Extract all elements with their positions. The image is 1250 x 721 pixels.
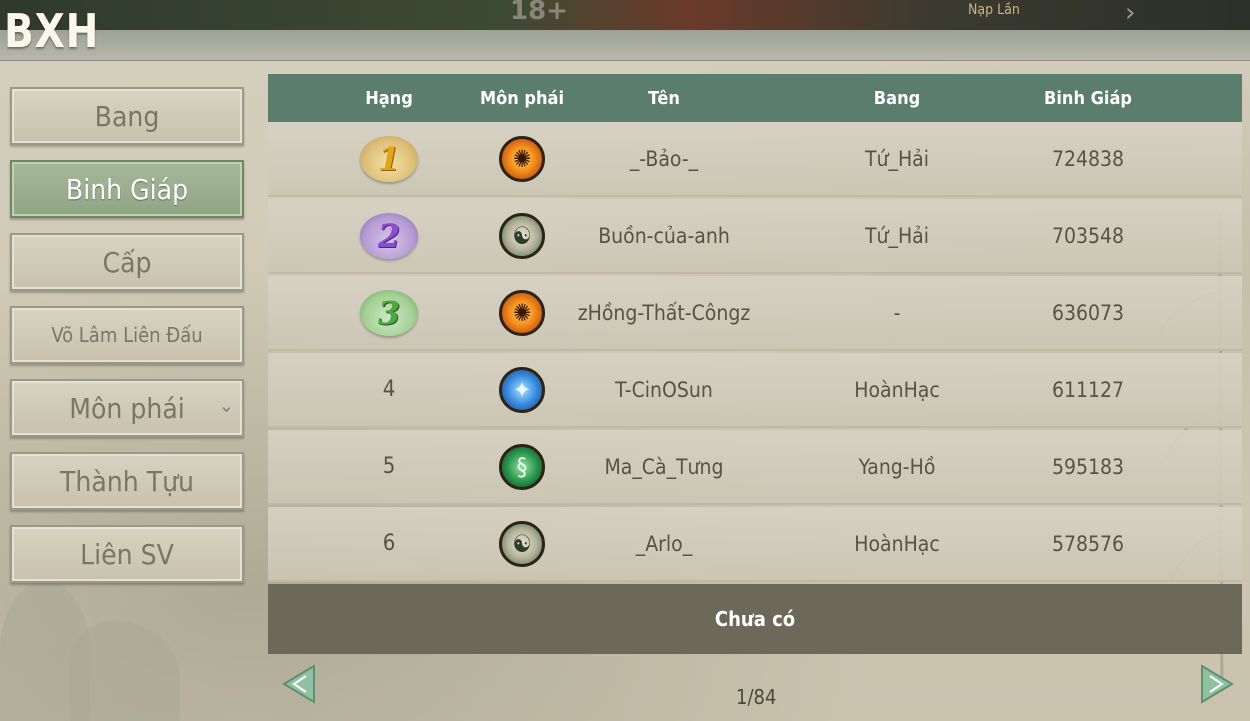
header-armor: Binh Giáp: [1044, 88, 1132, 109]
recharge-label[interactable]: Nạp Lần: [968, 2, 1020, 18]
table-row[interactable]: 6 ☯ _Arlo_ HoànHạc 578576: [268, 507, 1242, 582]
tab-cap[interactable]: Cấp: [10, 233, 244, 291]
tab-binh-giap[interactable]: Binh Giáp: [10, 160, 244, 218]
self-rank-bar: Chưa có: [268, 584, 1242, 654]
tab-label: Môn phái: [69, 391, 185, 425]
rank-number: 4: [382, 377, 396, 402]
player-name: Ma_Cà_Tưng: [604, 454, 724, 479]
armor-score: 578576: [1051, 531, 1125, 556]
header-guild: Bang: [873, 88, 921, 109]
armor-score: 611127: [1051, 377, 1125, 402]
table-header: Hạng Môn phái Tên Bang Binh Giáp: [268, 74, 1242, 122]
taiji-sect-icon: ☯: [499, 520, 545, 567]
arrow-right-icon[interactable]: [1198, 662, 1238, 706]
player-name: Buồn-của-anh: [598, 223, 730, 248]
taiji-sect-icon: ☯: [499, 212, 545, 259]
rank-number: 6: [382, 531, 396, 556]
top-strip: 18+ Nạp Lần ›: [0, 0, 1250, 30]
table-row[interactable]: 2 ☯ Buồn-của-anh Tứ_Hải 703548: [268, 199, 1242, 274]
guild-name: Tứ_Hải: [865, 223, 929, 248]
player-name: _-Bảo-_: [629, 146, 699, 171]
chevron-down-icon[interactable]: ⌄: [219, 393, 234, 417]
header-sect: Môn phái: [479, 88, 565, 109]
self-rank-status: Chưa có: [714, 607, 796, 631]
rank-purple-badge-icon: 2: [360, 212, 418, 259]
page-indicator: 1/84: [736, 685, 777, 709]
armor-score: 703548: [1051, 223, 1125, 248]
guild-name: -: [893, 300, 901, 325]
header-name: Tên: [648, 88, 680, 109]
fire-sect-icon: ✺: [499, 135, 545, 182]
tab-label: Võ Lâm Liên Đấu: [51, 323, 203, 347]
tab-label: Liên SV: [80, 537, 174, 571]
header-bar: [0, 30, 1250, 61]
tab-label: Bang: [94, 99, 160, 133]
tab-thanh-tuu[interactable]: Thành Tựu: [10, 452, 244, 510]
player-name: T-CinOSun: [615, 377, 713, 402]
table-row[interactable]: 5 § Ma_Cà_Tưng Yang-Hồ 595183: [268, 430, 1242, 505]
tab-label: Binh Giáp: [65, 172, 189, 206]
tab-vo-lam-lien-dau[interactable]: Võ Lâm Liên Đấu: [10, 306, 244, 364]
tab-bang[interactable]: Bang: [10, 87, 244, 145]
tab-label: Thành Tựu: [59, 464, 195, 498]
mountain-decoration: [70, 621, 180, 721]
snake-sect-icon: §: [499, 443, 545, 490]
table-row[interactable]: 3 ✺ zHồng-Thất-Côngz - 636073: [268, 276, 1242, 351]
arrow-left-icon[interactable]: [278, 662, 318, 706]
age-rating-text: 18+: [510, 0, 568, 26]
guild-name: HoànHạc: [854, 377, 940, 402]
rank-green-badge-icon: 3: [360, 289, 418, 336]
table-row[interactable]: 1 ✺ _-Bảo-_ Tứ_Hải 724838: [268, 122, 1242, 197]
tab-lien-sv[interactable]: Liên SV: [10, 525, 244, 583]
fire-sect-icon: ✺: [499, 289, 545, 336]
rank-number: 5: [382, 454, 396, 479]
armor-score: 595183: [1051, 454, 1125, 479]
armor-score: 724838: [1051, 146, 1125, 171]
guild-name: HoànHạc: [854, 531, 940, 556]
header-rank: Hạng: [365, 88, 413, 109]
player-name: _Arlo_: [635, 531, 693, 556]
chevron-right-icon[interactable]: ›: [1125, 0, 1135, 28]
guild-name: Tứ_Hải: [865, 146, 929, 171]
ranking-panel: Hạng Môn phái Tên Bang Binh Giáp 1 ✺ _-B…: [268, 74, 1242, 654]
player-name: zHồng-Thất-Côngz: [577, 300, 751, 325]
guild-name: Yang-Hồ: [858, 454, 936, 479]
page-title: BXH: [4, 4, 100, 58]
rank-gold-badge-icon: 1: [360, 135, 418, 182]
bird-sect-icon: ✦: [499, 366, 545, 413]
armor-score: 636073: [1051, 300, 1125, 325]
tab-mon-phai[interactable]: Môn phái ⌄: [10, 379, 244, 437]
table-row[interactable]: 4 ✦ T-CinOSun HoànHạc 611127: [268, 353, 1242, 428]
tab-label: Cấp: [102, 245, 152, 279]
